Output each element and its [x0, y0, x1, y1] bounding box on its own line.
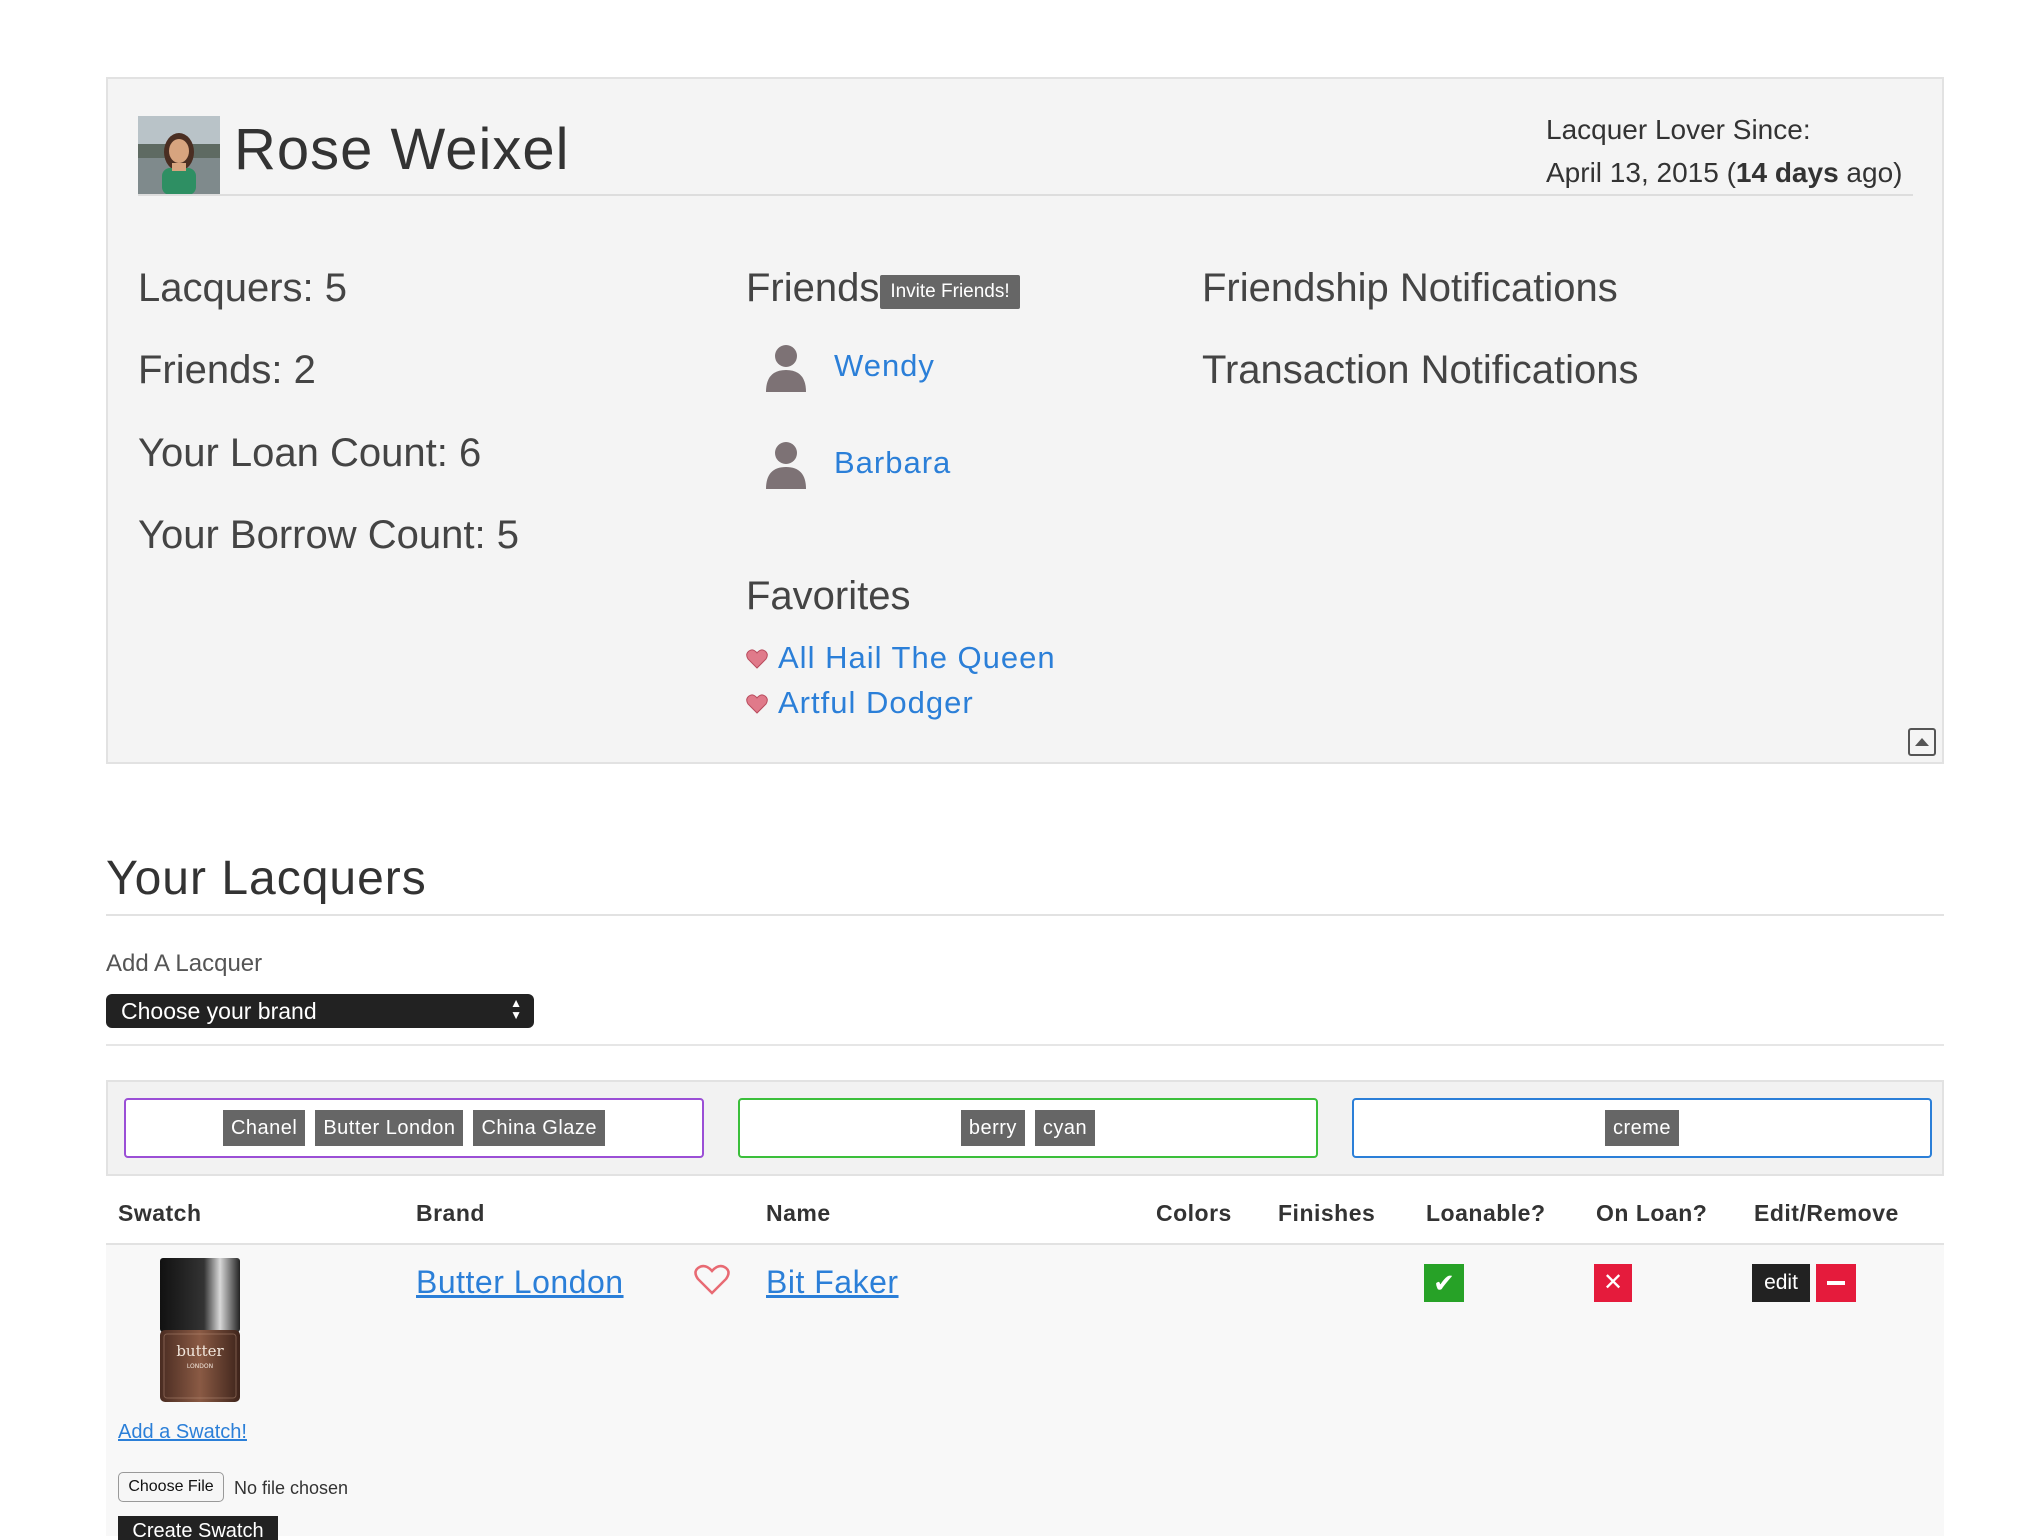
stat-loan-count: Your Loan Count: 6: [138, 431, 482, 475]
friend-link-wendy[interactable]: Wendy: [834, 346, 935, 386]
x-icon[interactable]: ✕: [1594, 1264, 1632, 1302]
brand-select-value: Choose your brand: [121, 998, 317, 1024]
select-arrows-icon: ▲ ▼: [510, 996, 522, 1022]
column-header-name: Name: [766, 1200, 831, 1226]
add-divider: [106, 1044, 1944, 1046]
heart-icon: [746, 649, 768, 669]
friendship-notifications-heading[interactable]: Friendship Notifications: [1202, 262, 1618, 314]
column-header-loanable: Loanable?: [1426, 1200, 1546, 1226]
stat-borrow-count: Your Borrow Count: 5: [138, 513, 519, 557]
column-header-swatch: Swatch: [118, 1200, 202, 1226]
choose-file-button[interactable]: Choose File: [118, 1472, 224, 1502]
svg-text:butter: butter: [176, 1342, 224, 1360]
color-filter-box[interactable]: berry cyan: [738, 1098, 1318, 1158]
filter-chip-color[interactable]: cyan: [1034, 1110, 1096, 1146]
friends-heading: Friends: [746, 266, 880, 310]
avatar: [138, 116, 220, 195]
favorite-link-artful-dodger[interactable]: Artful Dodger: [778, 683, 974, 723]
brand-select[interactable]: Choose your brand ▲ ▼: [106, 994, 534, 1028]
stat-lacquers: Lacquers: 5: [138, 266, 348, 310]
member-since-days: 14 days: [1735, 157, 1839, 188]
member-since-label: Lacquer Lover Since:: [1546, 114, 1811, 145]
create-swatch-button[interactable]: Create Swatch: [118, 1516, 278, 1540]
collapse-icon[interactable]: [1908, 728, 1936, 756]
finish-filter-box[interactable]: creme: [1352, 1098, 1932, 1158]
brand-filter-box[interactable]: Chanel Butter London China Glaze: [124, 1098, 704, 1158]
brand-link[interactable]: Butter London: [416, 1262, 624, 1302]
svg-text:LONDON: LONDON: [187, 1363, 213, 1370]
remove-button[interactable]: [1816, 1264, 1856, 1302]
column-header-colors: Colors: [1156, 1200, 1232, 1226]
edit-button[interactable]: edit: [1752, 1264, 1810, 1302]
column-header-on-loan: On Loan?: [1596, 1200, 1708, 1226]
person-icon: [764, 344, 808, 392]
filter-chip-brand[interactable]: Chanel: [222, 1110, 306, 1146]
filter-chip-brand[interactable]: Butter London: [315, 1110, 464, 1146]
swatch-image: butter LONDON: [150, 1256, 250, 1406]
member-since-value: April 13, 2015 (14 days ago): [1546, 155, 1902, 191]
filter-chip-finish[interactable]: creme: [1604, 1110, 1680, 1146]
no-file-chosen-text: No file chosen: [234, 1478, 349, 1498]
invite-friends-button[interactable]: Invite Friends!: [880, 275, 1020, 309]
section-divider: [106, 914, 1944, 916]
heart-icon: [746, 694, 768, 714]
section-title: Your Lacquers: [106, 852, 427, 905]
column-header-brand: Brand: [416, 1200, 485, 1226]
favorites-heading: Favorites: [746, 574, 911, 618]
person-icon: [764, 441, 808, 489]
column-header-edit-remove: Edit/Remove: [1754, 1200, 1899, 1226]
column-header-finishes: Finishes: [1278, 1200, 1376, 1226]
table-row: [106, 1245, 1944, 1536]
transaction-notifications-heading[interactable]: Transaction Notifications: [1202, 344, 1638, 396]
add-lacquer-label: Add A Lacquer: [106, 950, 263, 977]
checkmark-icon[interactable]: ✔: [1424, 1264, 1464, 1302]
user-name: Rose Weixel: [234, 117, 570, 182]
lacquer-name-link[interactable]: Bit Faker: [766, 1262, 899, 1302]
member-since-suffix: ago): [1838, 157, 1903, 188]
filter-chip-color[interactable]: berry: [960, 1110, 1025, 1146]
friend-link-barbara[interactable]: Barbara: [834, 443, 951, 483]
filter-chip-brand[interactable]: China Glaze: [473, 1110, 606, 1146]
favorite-link-all-hail-the-queen[interactable]: All Hail The Queen: [778, 638, 1056, 678]
heart-icon[interactable]: [694, 1264, 730, 1296]
stat-friends: Friends: 2: [138, 348, 316, 392]
minus-icon: [1827, 1281, 1845, 1285]
header-divider: [138, 194, 1913, 196]
add-swatch-link[interactable]: Add a Swatch!: [118, 1418, 247, 1446]
member-since-date: April 13, 2015 (: [1546, 157, 1736, 188]
